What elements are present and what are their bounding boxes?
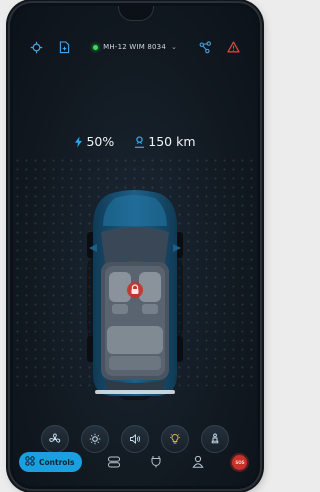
profile-tab[interactable] — [187, 451, 209, 473]
controls-grid-icon — [25, 456, 35, 468]
vehicle-plate: MH-12 WIM 8034 — [103, 43, 166, 51]
range-stat: 150 km — [134, 134, 196, 149]
share-nodes-icon[interactable] — [197, 38, 215, 56]
sun-icon — [89, 430, 101, 449]
battery-stat: 50% — [74, 134, 114, 149]
car-top-view — [85, 186, 185, 402]
top-bar: MH-12 WIM 8034 ⌄ — [13, 36, 257, 58]
vehicle-selector[interactable]: MH-12 WIM 8034 ⌄ — [93, 43, 177, 51]
range-person-icon — [134, 135, 145, 148]
seat-person-icon — [209, 430, 221, 449]
controls-tab[interactable]: Controls — [19, 452, 83, 472]
bottom-navigation: Controls SOS — [19, 450, 251, 474]
horn-icon — [129, 430, 141, 449]
lock-icon[interactable] — [127, 282, 143, 298]
battery-level: 50% — [86, 134, 115, 149]
vehicle-stats: 50% 150 km — [13, 134, 257, 149]
alert-icon[interactable] — [225, 38, 243, 56]
location-target-icon[interactable] — [27, 38, 45, 56]
charging-plug-icon — [150, 453, 162, 472]
bolt-icon — [74, 136, 83, 148]
camera-notch — [118, 6, 154, 21]
sos-button[interactable]: SOS — [229, 451, 251, 473]
profile-icon — [192, 453, 204, 472]
controls-label: Controls — [39, 457, 75, 467]
chevron-down-icon: ⌄ — [170, 43, 177, 51]
seat-button[interactable] — [201, 425, 229, 453]
charging-tab[interactable] — [145, 451, 167, 473]
horn-button[interactable] — [121, 425, 149, 453]
cars-icon — [107, 453, 121, 472]
light-button[interactable] — [161, 425, 189, 453]
quick-actions — [13, 425, 257, 453]
cars-tab[interactable] — [103, 451, 125, 473]
sos-icon: SOS — [232, 454, 248, 470]
sun-button[interactable] — [81, 425, 109, 453]
connection-status-dot — [93, 44, 99, 50]
fan-icon — [49, 430, 61, 449]
bulb-icon — [169, 430, 181, 449]
phone-frame: MH-12 WIM 8034 ⌄ 50% 150 km Controls SOS — [10, 3, 260, 489]
app-screen: MH-12 WIM 8034 ⌄ 50% 150 km Controls SOS — [13, 6, 257, 486]
doc-add-icon[interactable] — [55, 38, 73, 56]
fan-button[interactable] — [41, 425, 69, 453]
range-value: 150 km — [148, 134, 196, 149]
